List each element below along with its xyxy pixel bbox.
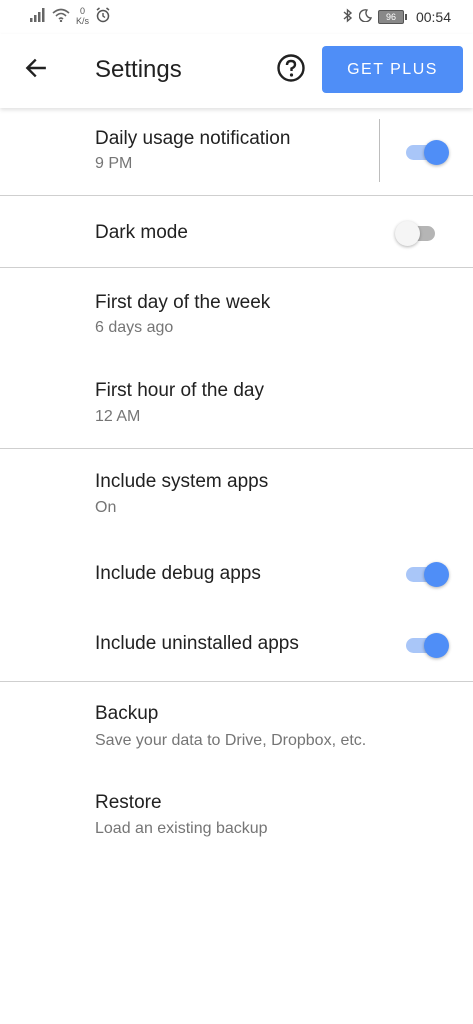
vertical-divider	[379, 119, 380, 182]
backup-title: Backup	[95, 703, 159, 724]
first-day-subtitle: 6 days ago	[95, 319, 174, 336]
toggle-thumb	[424, 140, 449, 165]
setting-uninstalled-apps[interactable]: Include uninstalled apps	[0, 610, 473, 680]
toggle-thumb	[424, 633, 449, 658]
back-button[interactable]	[20, 54, 52, 86]
setting-debug-apps[interactable]: Include debug apps	[0, 540, 473, 610]
net-speed: 0 K/s	[76, 6, 89, 26]
debug-apps-toggle[interactable]	[404, 560, 449, 588]
setting-restore[interactable]: Restore Load an existing backup	[0, 772, 473, 862]
daily-usage-subtitle: 9 PM	[95, 155, 133, 172]
debug-apps-title: Include debug apps	[95, 563, 261, 584]
status-bar: 0 K/s 96 00:54	[0, 0, 473, 34]
toggle-thumb	[395, 221, 420, 246]
page-title: Settings	[95, 56, 182, 83]
settings-screen: 0 K/s 96 00:54 Settings GET PLUS Daily u…	[0, 0, 473, 1024]
setting-first-day[interactable]: First day of the week 6 days ago	[0, 268, 473, 358]
app-bar: Settings GET PLUS	[0, 34, 473, 108]
first-hour-title: First hour of the day	[95, 380, 264, 401]
moon-icon	[358, 9, 372, 25]
daily-usage-toggle[interactable]	[404, 138, 449, 166]
help-button[interactable]	[276, 53, 306, 88]
setting-daily-usage[interactable]: Daily usage notification 9 PM	[0, 108, 473, 195]
battery-indicator: 96	[377, 10, 407, 24]
status-left: 0 K/s	[30, 6, 111, 26]
wifi-icon	[52, 8, 70, 25]
net-speed-unit: K/s	[76, 16, 90, 26]
restore-title: Restore	[95, 792, 162, 813]
signal-icon	[30, 7, 46, 25]
dark-mode-toggle[interactable]	[395, 219, 439, 247]
system-apps-title: Include system apps	[95, 471, 269, 492]
bluetooth-icon	[343, 8, 353, 26]
get-plus-button[interactable]: GET PLUS	[322, 46, 463, 93]
setting-first-hour[interactable]: First hour of the day 12 AM	[0, 358, 473, 448]
help-icon	[276, 53, 306, 88]
daily-usage-title: Daily usage notification	[95, 128, 291, 149]
toggle-thumb	[424, 562, 449, 587]
setting-backup[interactable]: Backup Save your data to Drive, Dropbox,…	[0, 682, 473, 772]
backup-subtitle: Save your data to Drive, Dropbox, etc.	[95, 732, 367, 749]
clock: 00:54	[415, 9, 451, 25]
alarm-icon	[95, 6, 111, 26]
uninstalled-apps-toggle[interactable]	[404, 631, 449, 659]
system-apps-subtitle: On	[95, 499, 117, 516]
arrow-back-icon	[23, 55, 49, 86]
status-right: 96 00:54	[343, 8, 451, 26]
uninstalled-apps-title: Include uninstalled apps	[95, 633, 299, 654]
setting-system-apps[interactable]: Include system apps On	[0, 449, 473, 539]
net-speed-value: 0	[80, 6, 86, 16]
dark-mode-title: Dark mode	[95, 222, 188, 243]
restore-subtitle: Load an existing backup	[95, 820, 268, 837]
first-hour-subtitle: 12 AM	[95, 408, 141, 425]
first-day-title: First day of the week	[95, 292, 271, 313]
